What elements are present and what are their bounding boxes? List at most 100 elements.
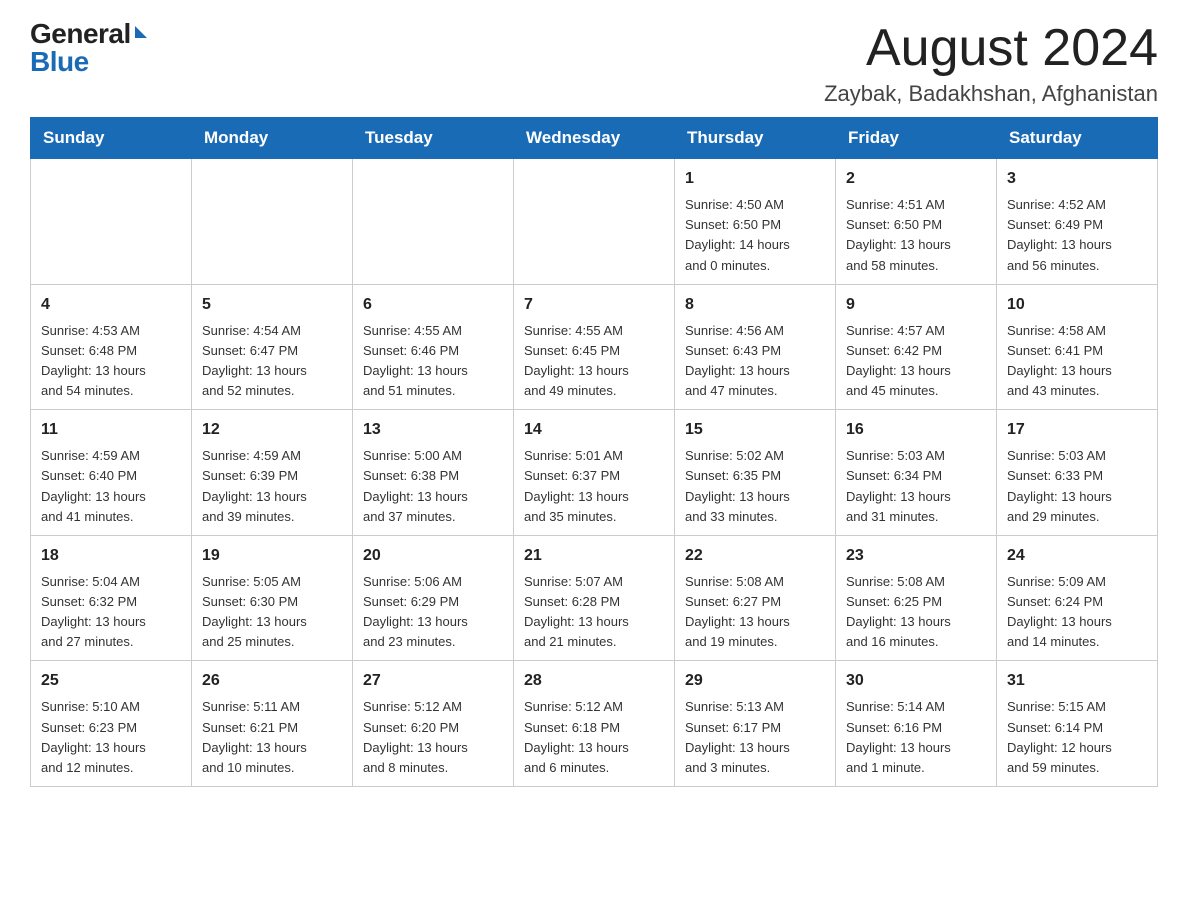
day-number: 5	[202, 293, 342, 317]
calendar-cell	[192, 159, 353, 285]
day-info: Sunrise: 4:50 AMSunset: 6:50 PMDaylight:…	[685, 195, 825, 276]
calendar-week-row: 4 Sunrise: 4:53 AMSunset: 6:48 PMDaylight…	[31, 284, 1158, 410]
calendar-cell: 30 Sunrise: 5:14 AMSunset: 6:16 PMDayligh…	[836, 661, 997, 787]
day-of-week-header: Friday	[836, 118, 997, 159]
day-number: 23	[846, 544, 986, 568]
day-number: 22	[685, 544, 825, 568]
day-info: Sunrise: 5:03 AMSunset: 6:34 PMDaylight:…	[846, 446, 986, 527]
day-info: Sunrise: 5:15 AMSunset: 6:14 PMDaylight:…	[1007, 697, 1147, 778]
calendar-cell: 8 Sunrise: 4:56 AMSunset: 6:43 PMDaylight…	[675, 284, 836, 410]
calendar-cell: 25 Sunrise: 5:10 AMSunset: 6:23 PMDayligh…	[31, 661, 192, 787]
day-info: Sunrise: 4:53 AMSunset: 6:48 PMDaylight:…	[41, 321, 181, 402]
day-number: 18	[41, 544, 181, 568]
day-number: 6	[363, 293, 503, 317]
day-info: Sunrise: 4:51 AMSunset: 6:50 PMDaylight:…	[846, 195, 986, 276]
day-info: Sunrise: 4:54 AMSunset: 6:47 PMDaylight:…	[202, 321, 342, 402]
day-info: Sunrise: 4:55 AMSunset: 6:45 PMDaylight:…	[524, 321, 664, 402]
day-number: 2	[846, 167, 986, 191]
day-info: Sunrise: 5:04 AMSunset: 6:32 PMDaylight:…	[41, 572, 181, 653]
calendar-cell: 18 Sunrise: 5:04 AMSunset: 6:32 PMDayligh…	[31, 535, 192, 661]
calendar-cell: 12 Sunrise: 4:59 AMSunset: 6:39 PMDayligh…	[192, 410, 353, 536]
day-info: Sunrise: 5:10 AMSunset: 6:23 PMDaylight:…	[41, 697, 181, 778]
logo-triangle-icon	[135, 26, 147, 38]
calendar-cell: 3Sunrise: 4:52 AMSunset: 6:49 PMDaylight…	[997, 159, 1158, 285]
calendar-cell: 6 Sunrise: 4:55 AMSunset: 6:46 PMDaylight…	[353, 284, 514, 410]
calendar-cell: 1 Sunrise: 4:50 AMSunset: 6:50 PMDaylight…	[675, 159, 836, 285]
day-info: Sunrise: 4:58 AMSunset: 6:41 PMDaylight:…	[1007, 321, 1147, 402]
day-number: 20	[363, 544, 503, 568]
calendar-cell: 14Sunrise: 5:01 AMSunset: 6:37 PMDayligh…	[514, 410, 675, 536]
day-of-week-header: Sunday	[31, 118, 192, 159]
calendar-cell	[353, 159, 514, 285]
calendar-cell: 17 Sunrise: 5:03 AMSunset: 6:33 PMDayligh…	[997, 410, 1158, 536]
calendar-week-row: 18 Sunrise: 5:04 AMSunset: 6:32 PMDayligh…	[31, 535, 1158, 661]
day-number: 28	[524, 669, 664, 693]
day-number: 4	[41, 293, 181, 317]
day-info: Sunrise: 5:12 AMSunset: 6:20 PMDaylight:…	[363, 697, 503, 778]
day-number: 7	[524, 293, 664, 317]
day-info: Sunrise: 5:14 AMSunset: 6:16 PMDaylight:…	[846, 697, 986, 778]
day-number: 24	[1007, 544, 1147, 568]
title-section: August 2024 Zaybak, Badakhshan, Afghanis…	[824, 20, 1158, 107]
day-info: Sunrise: 4:56 AMSunset: 6:43 PMDaylight:…	[685, 321, 825, 402]
logo: General Blue	[30, 20, 147, 76]
day-number: 19	[202, 544, 342, 568]
day-info: Sunrise: 4:59 AMSunset: 6:39 PMDaylight:…	[202, 446, 342, 527]
calendar-cell: 19 Sunrise: 5:05 AMSunset: 6:30 PMDayligh…	[192, 535, 353, 661]
day-info: Sunrise: 4:57 AMSunset: 6:42 PMDaylight:…	[846, 321, 986, 402]
day-number: 9	[846, 293, 986, 317]
calendar-cell: 26 Sunrise: 5:11 AMSunset: 6:21 PMDayligh…	[192, 661, 353, 787]
day-of-week-header: Tuesday	[353, 118, 514, 159]
calendar-cell: 5 Sunrise: 4:54 AMSunset: 6:47 PMDaylight…	[192, 284, 353, 410]
day-number: 25	[41, 669, 181, 693]
calendar-cell: 2 Sunrise: 4:51 AMSunset: 6:50 PMDaylight…	[836, 159, 997, 285]
calendar-cell: 15 Sunrise: 5:02 AMSunset: 6:35 PMDayligh…	[675, 410, 836, 536]
location-subtitle: Zaybak, Badakhshan, Afghanistan	[824, 81, 1158, 107]
day-number: 17	[1007, 418, 1147, 442]
day-info: Sunrise: 5:13 AMSunset: 6:17 PMDaylight:…	[685, 697, 825, 778]
day-info: Sunrise: 5:11 AMSunset: 6:21 PMDaylight:…	[202, 697, 342, 778]
calendar-cell	[31, 159, 192, 285]
logo-blue: Blue	[30, 48, 89, 76]
calendar-cell: 22 Sunrise: 5:08 AMSunset: 6:27 PMDayligh…	[675, 535, 836, 661]
day-info: Sunrise: 4:55 AMSunset: 6:46 PMDaylight:…	[363, 321, 503, 402]
calendar-header-row: SundayMondayTuesdayWednesdayThursdayFrid…	[31, 118, 1158, 159]
day-number: 31	[1007, 669, 1147, 693]
day-number: 1	[685, 167, 825, 191]
calendar-cell: 9 Sunrise: 4:57 AMSunset: 6:42 PMDaylight…	[836, 284, 997, 410]
calendar-cell: 13Sunrise: 5:00 AMSunset: 6:38 PMDayligh…	[353, 410, 514, 536]
calendar-cell: 16 Sunrise: 5:03 AMSunset: 6:34 PMDayligh…	[836, 410, 997, 536]
day-info: Sunrise: 5:03 AMSunset: 6:33 PMDaylight:…	[1007, 446, 1147, 527]
day-of-week-header: Saturday	[997, 118, 1158, 159]
day-info: Sunrise: 5:05 AMSunset: 6:30 PMDaylight:…	[202, 572, 342, 653]
logo-general: General	[30, 20, 131, 48]
calendar-cell: 10Sunrise: 4:58 AMSunset: 6:41 PMDayligh…	[997, 284, 1158, 410]
day-info: Sunrise: 5:09 AMSunset: 6:24 PMDaylight:…	[1007, 572, 1147, 653]
day-number: 26	[202, 669, 342, 693]
day-info: Sunrise: 5:01 AMSunset: 6:37 PMDaylight:…	[524, 446, 664, 527]
day-number: 30	[846, 669, 986, 693]
calendar-cell	[514, 159, 675, 285]
day-number: 21	[524, 544, 664, 568]
day-number: 29	[685, 669, 825, 693]
calendar-cell: 24 Sunrise: 5:09 AMSunset: 6:24 PMDayligh…	[997, 535, 1158, 661]
day-of-week-header: Monday	[192, 118, 353, 159]
calendar-cell: 4 Sunrise: 4:53 AMSunset: 6:48 PMDaylight…	[31, 284, 192, 410]
day-info: Sunrise: 5:08 AMSunset: 6:27 PMDaylight:…	[685, 572, 825, 653]
day-of-week-header: Wednesday	[514, 118, 675, 159]
page-header: General Blue August 2024 Zaybak, Badakhs…	[30, 20, 1158, 107]
calendar-cell: 29 Sunrise: 5:13 AMSunset: 6:17 PMDayligh…	[675, 661, 836, 787]
calendar-cell: 28 Sunrise: 5:12 AMSunset: 6:18 PMDayligh…	[514, 661, 675, 787]
day-info: Sunrise: 5:12 AMSunset: 6:18 PMDaylight:…	[524, 697, 664, 778]
calendar-table: SundayMondayTuesdayWednesdayThursdayFrid…	[30, 117, 1158, 787]
day-number: 12	[202, 418, 342, 442]
day-number: 3	[1007, 167, 1147, 191]
calendar-cell: 21Sunrise: 5:07 AMSunset: 6:28 PMDayligh…	[514, 535, 675, 661]
day-number: 16	[846, 418, 986, 442]
day-info: Sunrise: 5:02 AMSunset: 6:35 PMDaylight:…	[685, 446, 825, 527]
day-number: 8	[685, 293, 825, 317]
day-info: Sunrise: 5:08 AMSunset: 6:25 PMDaylight:…	[846, 572, 986, 653]
day-number: 15	[685, 418, 825, 442]
day-number: 11	[41, 418, 181, 442]
calendar-cell: 11Sunrise: 4:59 AMSunset: 6:40 PMDayligh…	[31, 410, 192, 536]
